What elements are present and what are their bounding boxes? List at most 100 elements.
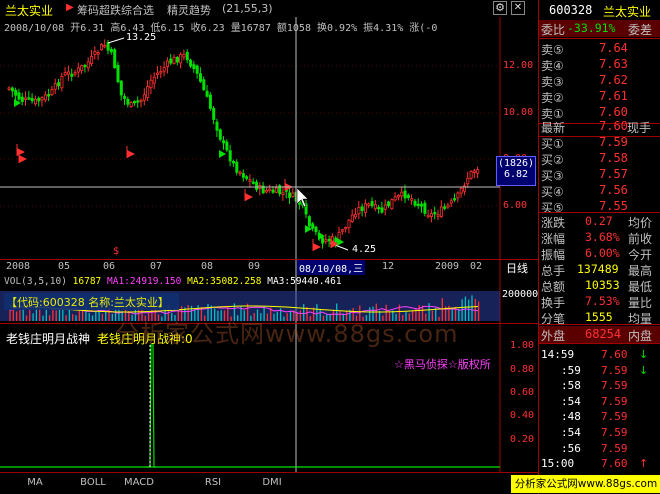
sell-price: 7.61 [599,89,628,103]
candle-body [344,226,348,230]
crosshair-price: 6.82 [503,169,529,180]
candle-body [60,76,64,89]
arrow-up-icon: ↑ [639,457,649,471]
candle-body [357,206,361,215]
candle-body [57,82,61,87]
candle-body [459,188,463,194]
outer-label: 外盘 [541,329,566,343]
stat-row: 涨跌 0.27 均价 [539,213,660,230]
weicha-label: 委差 [628,23,653,37]
candle-body [403,190,407,199]
candle-body [456,192,460,199]
sell-price: 7.63 [599,57,628,71]
candle-body [202,79,206,91]
chart-area[interactable]: 兰太实业 ▶ 筹码超跌综合选 精灵趋势 (21,55,3) ⚙ ✕ 2008/1… [0,0,538,494]
candle-body [100,44,104,51]
tick-price: 7.60 [601,457,628,471]
candle-body [291,192,295,197]
candle-body [27,97,31,100]
candle-body [436,214,440,217]
candle-body [43,94,47,101]
candle-body [129,102,133,107]
quote-header: 600328 兰太实业 [539,2,660,19]
candle-body [24,97,28,100]
stat-row: 总额 10353 最低 [539,277,660,294]
crosshair-price-box: (1826) 6.82 [496,156,536,186]
stat-row: 换手 7.53% 量比 [539,293,660,310]
candle-body [192,64,196,70]
tick-time: :54 [561,426,581,439]
candle-body [360,206,364,211]
tick-row: 15:00 7.60 ↑ [539,456,660,473]
candle-body [228,150,232,162]
candle-body [182,53,186,58]
candle-body [80,65,84,72]
candle-body [413,200,417,206]
price-ylabel-10: 10.00 [503,107,534,118]
candle-body [63,72,67,76]
macd-button[interactable]: MACD [104,473,174,492]
candle-body [255,181,259,190]
stat-value: 7.53% [585,294,620,308]
latest-row: 最新 7.60 现手 [539,118,660,135]
tick-price: 7.59 [601,426,628,439]
indicator-ylabel: 0.20 [510,434,535,445]
volume-info-overlay: 【代码:600328 名称:兰太实业】 [4,293,179,310]
candle-body [245,176,249,180]
candle-body [420,203,424,207]
outer-inner-row: 外盘 68254 内盘 [539,326,660,343]
buy-price: 7.56 [599,183,628,197]
candle-body [225,141,229,151]
candle-body [116,64,120,83]
buy-price: 7.55 [599,199,628,213]
candle-body [195,65,199,74]
candle-body [439,206,443,217]
candle-body [476,169,480,174]
ma3-label: MA3: [267,276,291,287]
candle-body [274,187,278,193]
kline-chart[interactable]: $ [0,0,538,494]
high-annotation: 13.25 [126,32,157,43]
candle-body [433,211,437,215]
candle-body [205,90,209,97]
stat-row: 总手 137489 最高 [539,261,660,278]
stat-value: 1555 [585,310,613,324]
candle-body [235,161,239,173]
date-label: 2008 [6,261,31,272]
tick-row: :54 7.59 [539,394,660,411]
price-ylabel-6: 6.00 [503,200,528,211]
date-label: 07 [150,261,163,272]
candle-body [281,192,285,196]
candle-body [406,194,410,198]
ma3-value: 59440.461 [290,276,342,287]
volume-value: 16787 [72,276,102,287]
quote-panel: 600328 兰太实业 委比 -33.91% 委差 卖⑤ 7.64 卖④ 7.63 卖③… [511,0,660,494]
stat-value: 10353 [585,278,620,292]
tick-row: :48 7.59 [539,409,660,426]
candle-body [334,237,338,243]
tick-price: 7.59 [601,379,628,393]
outer-value: 68254 [585,327,622,341]
signal-flag-icon [245,193,253,201]
candle-body [76,67,80,73]
candle-body [83,64,87,68]
stat-value: 6.00% [585,246,620,260]
candle-body [103,44,107,48]
tick-time: :48 [561,410,581,424]
tick-time: 15:00 [541,457,575,471]
ma1-value: 24919.150 [129,276,182,287]
candle-body [70,73,74,77]
candle-body [40,97,44,101]
candle-body [248,179,252,182]
candle-body [251,181,255,184]
stat-row: 涨幅 3.68% 前收 [539,229,660,246]
candle-body [363,203,367,213]
candle-body [67,71,71,75]
period-label[interactable]: 日线 [506,260,528,276]
candle-body [472,170,476,173]
candle-body [429,213,433,217]
sell-row: 卖⑤ 7.64 [539,40,660,57]
candle-body [139,99,143,103]
dmi-button[interactable]: DMI [237,473,307,492]
indicator-title: 老钱庄明月战神 [6,332,91,346]
